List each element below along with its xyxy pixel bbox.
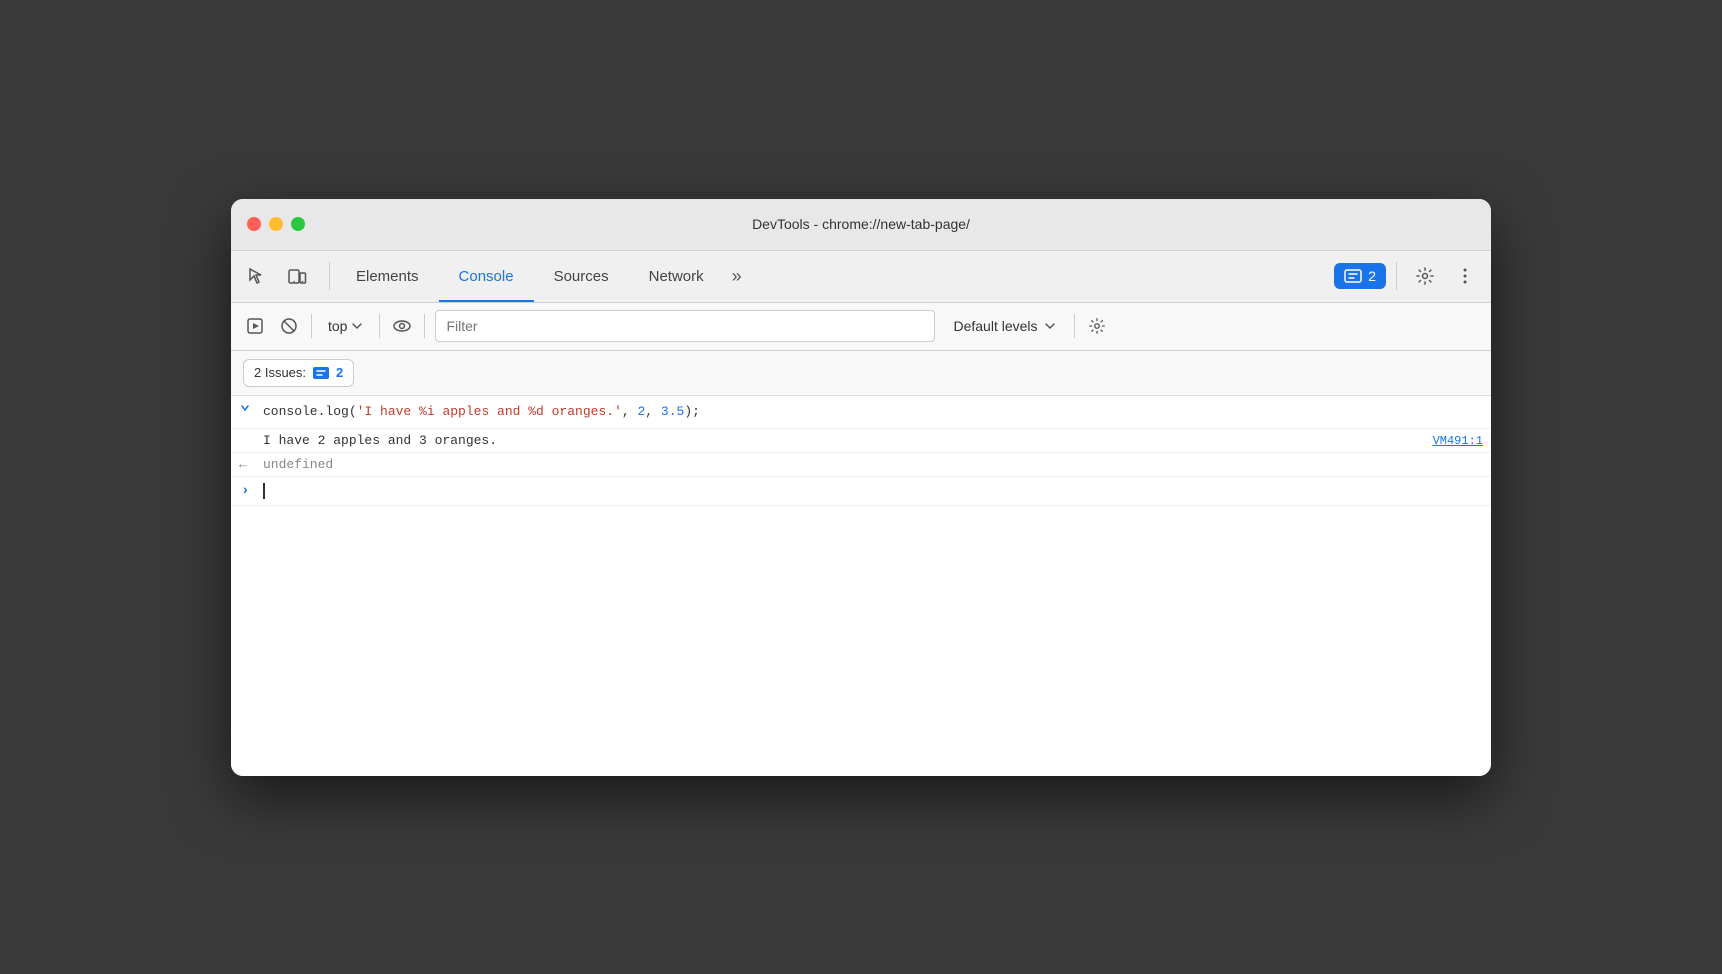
close-button[interactable] [247, 217, 261, 231]
devtools-window: DevTools - chrome://new-tab-page/ [231, 199, 1491, 776]
minimize-button[interactable] [269, 217, 283, 231]
toolbar-divider-1 [311, 314, 312, 338]
tab-right-divider [1396, 262, 1397, 290]
console-area: console.log('I have %i apples and %d ora… [231, 396, 1491, 776]
toolbar-divider-4 [1074, 314, 1075, 338]
toolbar-divider-3 [424, 314, 425, 338]
tab-bar: Elements Console Sources Network » 2 [231, 251, 1491, 303]
tab-network[interactable]: Network [629, 250, 724, 302]
source-link[interactable]: VM491:1 [1433, 434, 1483, 448]
console-settings-button[interactable] [1081, 310, 1113, 342]
undefined-text: undefined [263, 457, 333, 472]
issues-bar: 2 Issues: 2 [231, 351, 1491, 396]
title-bar: DevTools - chrome://new-tab-page/ [231, 199, 1491, 251]
undefined-line: ← undefined [231, 453, 1491, 477]
issues-badge-bar[interactable]: 2 Issues: 2 [243, 359, 354, 387]
tab-bar-right: 2 [1334, 258, 1483, 294]
return-arrow: ← [231, 457, 263, 472]
more-options-button[interactable] [1447, 258, 1483, 294]
context-selector[interactable]: top [318, 314, 373, 338]
console-input-line[interactable]: › [231, 477, 1491, 506]
console-log-line: console.log('I have %i apples and %d ora… [231, 396, 1491, 430]
console-toolbar: top Default levels [231, 303, 1491, 351]
tab-icons [239, 258, 315, 294]
run-button[interactable] [239, 310, 271, 342]
clear-errors-button[interactable] [273, 310, 305, 342]
settings-button[interactable] [1407, 258, 1443, 294]
console-log-content: console.log('I have %i apples and %d ora… [263, 402, 1483, 423]
maximize-button[interactable] [291, 217, 305, 231]
tab-elements[interactable]: Elements [336, 250, 439, 302]
tab-more-button[interactable]: » [724, 250, 750, 302]
tab-sources[interactable]: Sources [534, 250, 629, 302]
tab-console[interactable]: Console [439, 250, 534, 302]
console-input[interactable] [263, 483, 1483, 499]
prompt-arrow: › [231, 483, 263, 499]
device-toggle-button[interactable] [279, 258, 315, 294]
live-expressions-button[interactable] [386, 310, 418, 342]
log-levels-button[interactable]: Default levels [941, 314, 1067, 338]
issues-badge-tab[interactable]: 2 [1334, 263, 1386, 289]
traffic-lights [247, 217, 305, 231]
filter-input[interactable] [435, 310, 935, 342]
window-title: DevTools - chrome://new-tab-page/ [752, 216, 970, 232]
output-text: I have 2 apples and 3 oranges. [263, 433, 1433, 448]
cursor [263, 483, 265, 499]
inspect-element-button[interactable] [239, 258, 275, 294]
console-output-line: I have 2 apples and 3 oranges. VM491:1 [231, 429, 1491, 453]
tab-bar-divider [329, 262, 330, 290]
expand-arrow[interactable] [231, 402, 263, 414]
toolbar-divider-2 [379, 314, 380, 338]
